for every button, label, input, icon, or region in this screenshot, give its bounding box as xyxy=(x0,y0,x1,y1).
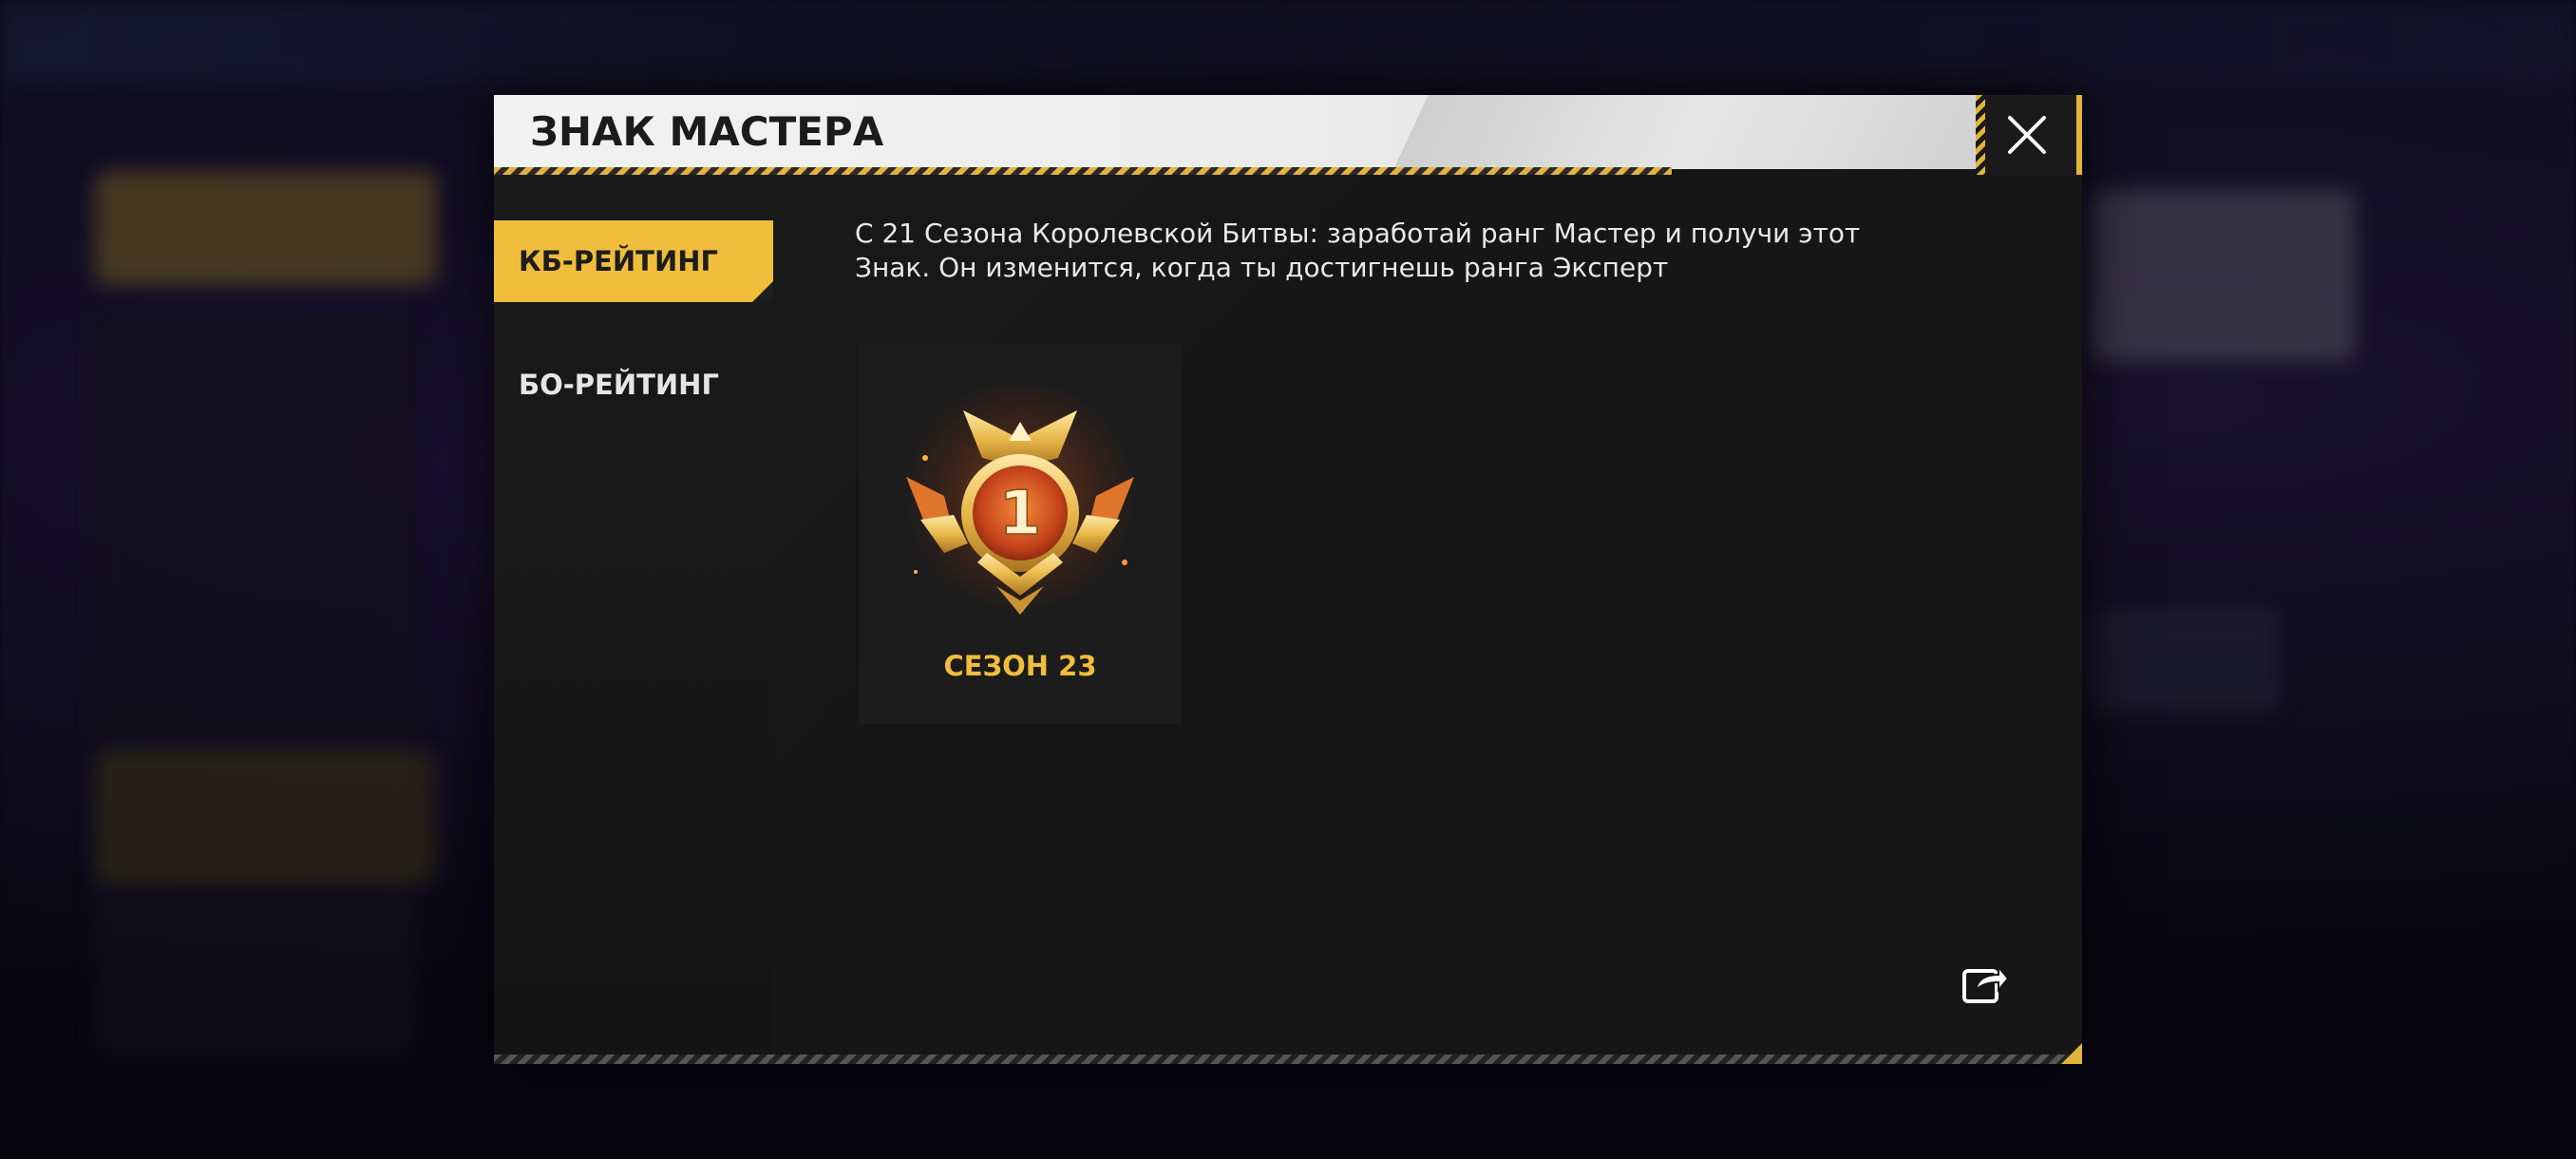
share-icon[interactable] xyxy=(1960,958,2010,1007)
header-stripe xyxy=(494,167,1672,175)
badge-number: 1 xyxy=(999,479,1042,549)
header-decoration xyxy=(1349,95,1976,169)
close-button[interactable] xyxy=(1976,95,2082,175)
dialog-header: ЗНАК МАСТЕРА xyxy=(494,95,1976,169)
tab-br-rating[interactable]: КБ-РЕЙТИНГ xyxy=(494,220,773,302)
badge-card[interactable]: 1 СЕЗОН 23 xyxy=(859,344,1182,724)
rating-sidebar: КБ-РЕЙТИНГ БО-РЕЙТИНГ xyxy=(494,175,773,1064)
corner-accent xyxy=(2061,1043,2082,1064)
badge-season-label: СЕЗОН 23 xyxy=(943,650,1097,682)
dialog-title: ЗНАК МАСТЕРА xyxy=(530,108,884,155)
tab-label: БО-РЕЙТИНГ xyxy=(519,369,719,401)
badge-description: С 21 Сезона Королевской Битвы: заработай… xyxy=(855,218,1861,283)
close-icon[interactable] xyxy=(2004,112,2050,158)
master-badge-icon: 1 xyxy=(906,410,1134,615)
tab-cs-rating[interactable]: БО-РЕЙТИНГ xyxy=(494,344,773,426)
master-badge-dialog: ЗНАК МАСТЕРА КБ-РЕЙТИНГ БО-РЕЙТИНГ С 21 … xyxy=(494,95,2082,1064)
bottom-stripe xyxy=(494,1054,2082,1064)
tab-label: КБ-РЕЙТИНГ xyxy=(519,245,718,277)
